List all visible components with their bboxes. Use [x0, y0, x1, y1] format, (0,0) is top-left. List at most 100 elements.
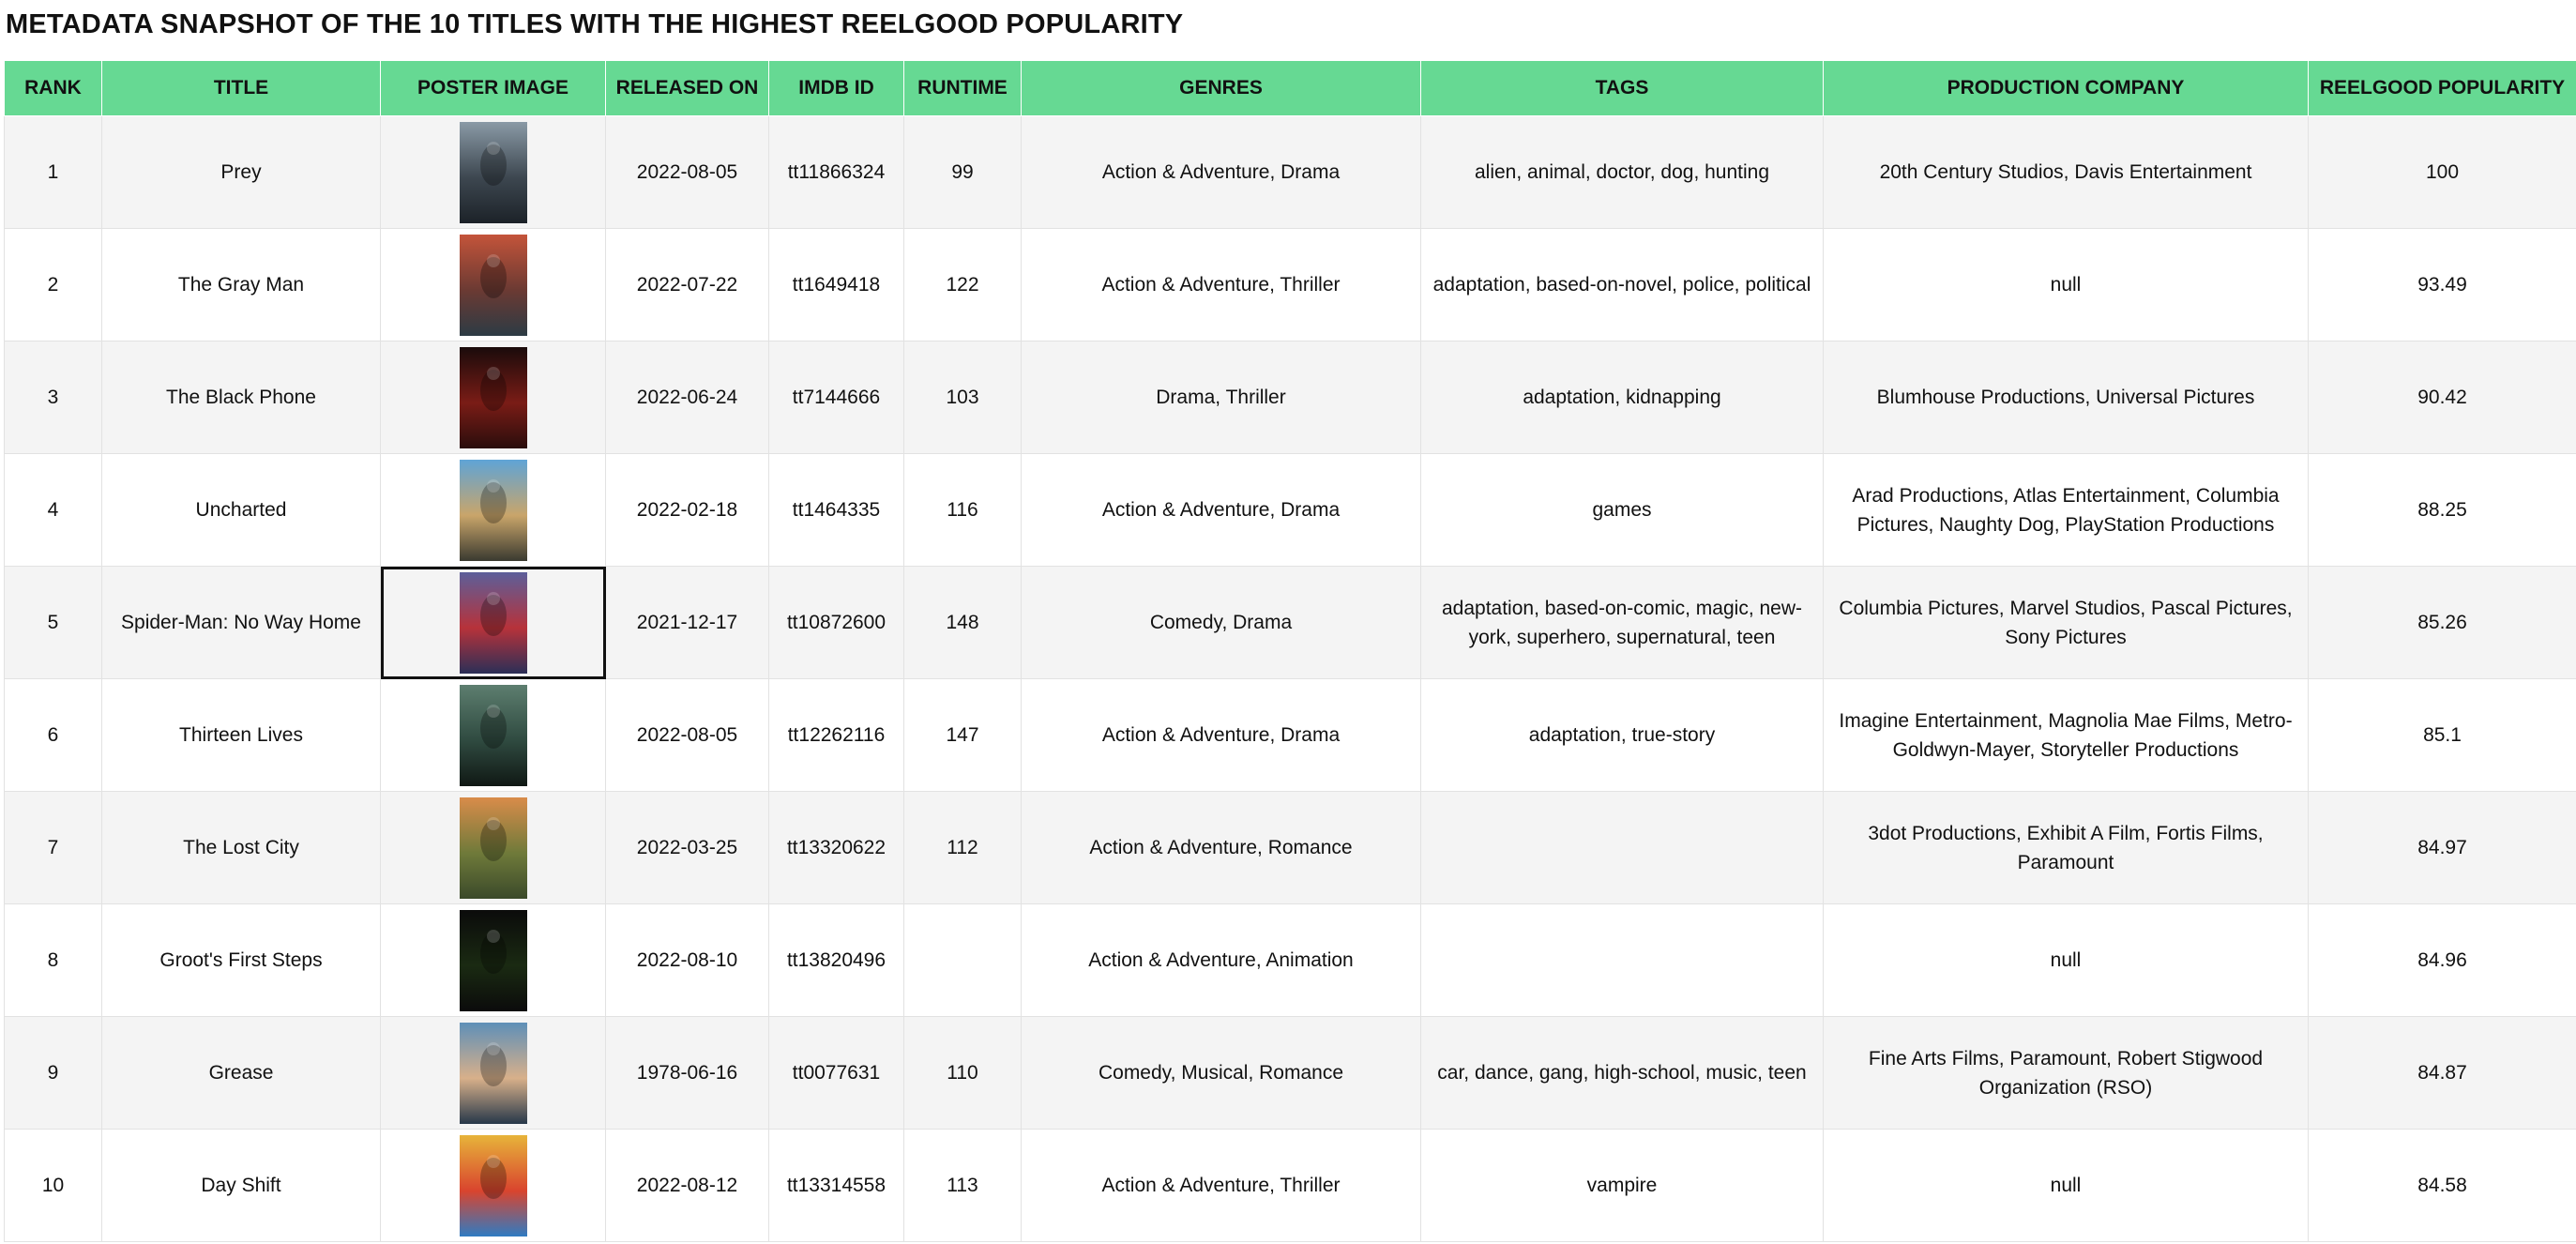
popularity-table: RANK TITLE POSTER IMAGE RELEASED ON IMDB… [4, 60, 2576, 1242]
cell-rank: 1 [4, 115, 102, 229]
cell-tags: games [1420, 453, 1824, 567]
cell-production-company: Fine Arts Films, Paramount, Robert Stigw… [1823, 1016, 2309, 1130]
cell-poster[interactable] [380, 115, 606, 229]
cell-runtime: 103 [903, 341, 1022, 454]
cell-released-on: 2022-02-18 [605, 453, 769, 567]
poster-image[interactable] [459, 121, 527, 223]
cell-popularity: 84.58 [2308, 1129, 2576, 1242]
cell-popularity: 84.96 [2308, 903, 2576, 1017]
cell-poster[interactable] [380, 1129, 606, 1242]
cell-genres: Drama, Thriller [1021, 341, 1421, 454]
cell-genres: Comedy, Musical, Romance [1021, 1016, 1421, 1130]
column-header-tags[interactable]: TAGS [1420, 60, 1824, 116]
cell-runtime: 147 [903, 678, 1022, 792]
column-header-released[interactable]: RELEASED ON [605, 60, 769, 116]
table-row[interactable]: 10 Day Shift 2022-08-12 tt13314558 113 Action… [4, 1129, 2576, 1242]
column-header-company[interactable]: PRODUCTION COMPANY [1823, 60, 2309, 116]
cell-title: Day Shift [101, 1129, 381, 1242]
cell-imdb-id: tt12262116 [768, 678, 904, 792]
cell-tags [1420, 903, 1824, 1017]
cell-imdb-id: tt1649418 [768, 228, 904, 341]
column-header-poster[interactable]: POSTER IMAGE [380, 60, 606, 116]
table-header-row: RANK TITLE POSTER IMAGE RELEASED ON IMDB… [4, 60, 2576, 116]
cell-poster[interactable] [380, 903, 606, 1017]
column-header-runtime[interactable]: RUNTIME [903, 60, 1022, 116]
poster-image[interactable] [459, 459, 527, 561]
cell-runtime: 116 [903, 453, 1022, 567]
cell-production-company: 3dot Productions, Exhibit A Film, Fortis… [1823, 791, 2309, 904]
poster-image[interactable] [459, 234, 527, 336]
cell-rank: 6 [4, 678, 102, 792]
cell-imdb-id: tt10872600 [768, 566, 904, 679]
cell-poster[interactable] [380, 341, 606, 454]
cell-title: Groot's First Steps [101, 903, 381, 1017]
cell-imdb-id: tt1464335 [768, 453, 904, 567]
column-header-rank[interactable]: RANK [4, 60, 102, 116]
cell-released-on: 2022-07-22 [605, 228, 769, 341]
table-row[interactable]: 5 Spider-Man: No Way Home 2021-12-17 tt1087… [4, 566, 2576, 679]
table-row[interactable]: 8 Groot's First Steps 2022-08-10 tt13820496… [4, 903, 2576, 1017]
table-row[interactable]: 6 Thirteen Lives 2022-08-05 tt12262116 147 Ac… [4, 678, 2576, 792]
cell-poster[interactable] [380, 453, 606, 567]
cell-imdb-id: tt11866324 [768, 115, 904, 229]
poster-image[interactable] [459, 684, 527, 786]
cell-popularity: 84.87 [2308, 1016, 2576, 1130]
cell-genres: Action & Adventure, Drama [1021, 453, 1421, 567]
poster-image[interactable] [459, 909, 527, 1011]
cell-production-company: Imagine Entertainment, Magnolia Mae Film… [1823, 678, 2309, 792]
table-row[interactable]: 1 Prey 2022-08-05 tt11866324 99 Action & Adve… [4, 115, 2576, 229]
table-row[interactable]: 2 The Gray Man 2022-07-22 tt1649418 122 Actio… [4, 228, 2576, 341]
cell-genres: Action & Adventure, Romance [1021, 791, 1421, 904]
cell-popularity: 100 [2308, 115, 2576, 229]
table-row[interactable]: 7 The Lost City 2022-03-25 tt13320622 112 Act… [4, 791, 2576, 904]
cell-released-on: 2022-08-12 [605, 1129, 769, 1242]
column-header-genres[interactable]: GENRES [1021, 60, 1421, 116]
cell-genres: Action & Adventure, Animation [1021, 903, 1421, 1017]
page-title: METADATA SNAPSHOT OF THE 10 TITLES WITH … [6, 9, 1184, 39]
poster-image[interactable] [459, 1134, 527, 1236]
page: METADATA SNAPSHOT OF THE 10 TITLES WITH … [0, 0, 2576, 1244]
cell-tags: adaptation, based-on-novel, police, poli… [1420, 228, 1824, 341]
cell-poster[interactable] [380, 1016, 606, 1130]
cell-released-on: 1978-06-16 [605, 1016, 769, 1130]
cell-runtime [903, 903, 1022, 1017]
poster-image[interactable] [459, 571, 527, 674]
cell-genres: Action & Adventure, Drama [1021, 115, 1421, 229]
cell-genres: Action & Adventure, Drama [1021, 678, 1421, 792]
cell-popularity: 84.97 [2308, 791, 2576, 904]
cell-poster[interactable] [380, 228, 606, 341]
cell-production-company: null [1823, 228, 2309, 341]
table-row[interactable]: 4 Uncharted 2022-02-18 tt1464335 116 Action &… [4, 453, 2576, 567]
table-row[interactable]: 3 The Black Phone 2022-06-24 tt7144666 103 Dr… [4, 341, 2576, 454]
cell-poster[interactable] [380, 566, 606, 679]
cell-rank: 3 [4, 341, 102, 454]
table-body: 1 Prey 2022-08-05 tt11866324 99 Action & Adve… [4, 115, 2576, 1242]
cell-production-company: 20th Century Studios, Davis Entertainmen… [1823, 115, 2309, 229]
cell-rank: 4 [4, 453, 102, 567]
poster-image[interactable] [459, 346, 527, 448]
cell-popularity: 88.25 [2308, 453, 2576, 567]
cell-tags: alien, animal, doctor, dog, hunting [1420, 115, 1824, 229]
cell-poster[interactable] [380, 678, 606, 792]
table-row[interactable]: 9 Grease 1978-06-16 tt0077631 110 Comedy, Mus… [4, 1016, 2576, 1130]
cell-title: Spider-Man: No Way Home [101, 566, 381, 679]
cell-imdb-id: tt13820496 [768, 903, 904, 1017]
cell-released-on: 2022-03-25 [605, 791, 769, 904]
cell-rank: 5 [4, 566, 102, 679]
cell-imdb-id: tt0077631 [768, 1016, 904, 1130]
cell-genres: Action & Adventure, Thriller [1021, 1129, 1421, 1242]
column-header-popularity[interactable]: REELGOOD POPULARITY [2308, 60, 2576, 116]
cell-rank: 7 [4, 791, 102, 904]
column-header-imdb[interactable]: IMDB ID [768, 60, 904, 116]
cell-popularity: 93.49 [2308, 228, 2576, 341]
cell-poster[interactable] [380, 791, 606, 904]
poster-image[interactable] [459, 796, 527, 899]
cell-tags: car, dance, gang, high-school, music, te… [1420, 1016, 1824, 1130]
cell-tags: vampire [1420, 1129, 1824, 1242]
column-header-title[interactable]: TITLE [101, 60, 381, 116]
cell-title: Uncharted [101, 453, 381, 567]
cell-rank: 9 [4, 1016, 102, 1130]
cell-released-on: 2022-08-05 [605, 115, 769, 229]
cell-released-on: 2021-12-17 [605, 566, 769, 679]
poster-image[interactable] [459, 1022, 527, 1124]
